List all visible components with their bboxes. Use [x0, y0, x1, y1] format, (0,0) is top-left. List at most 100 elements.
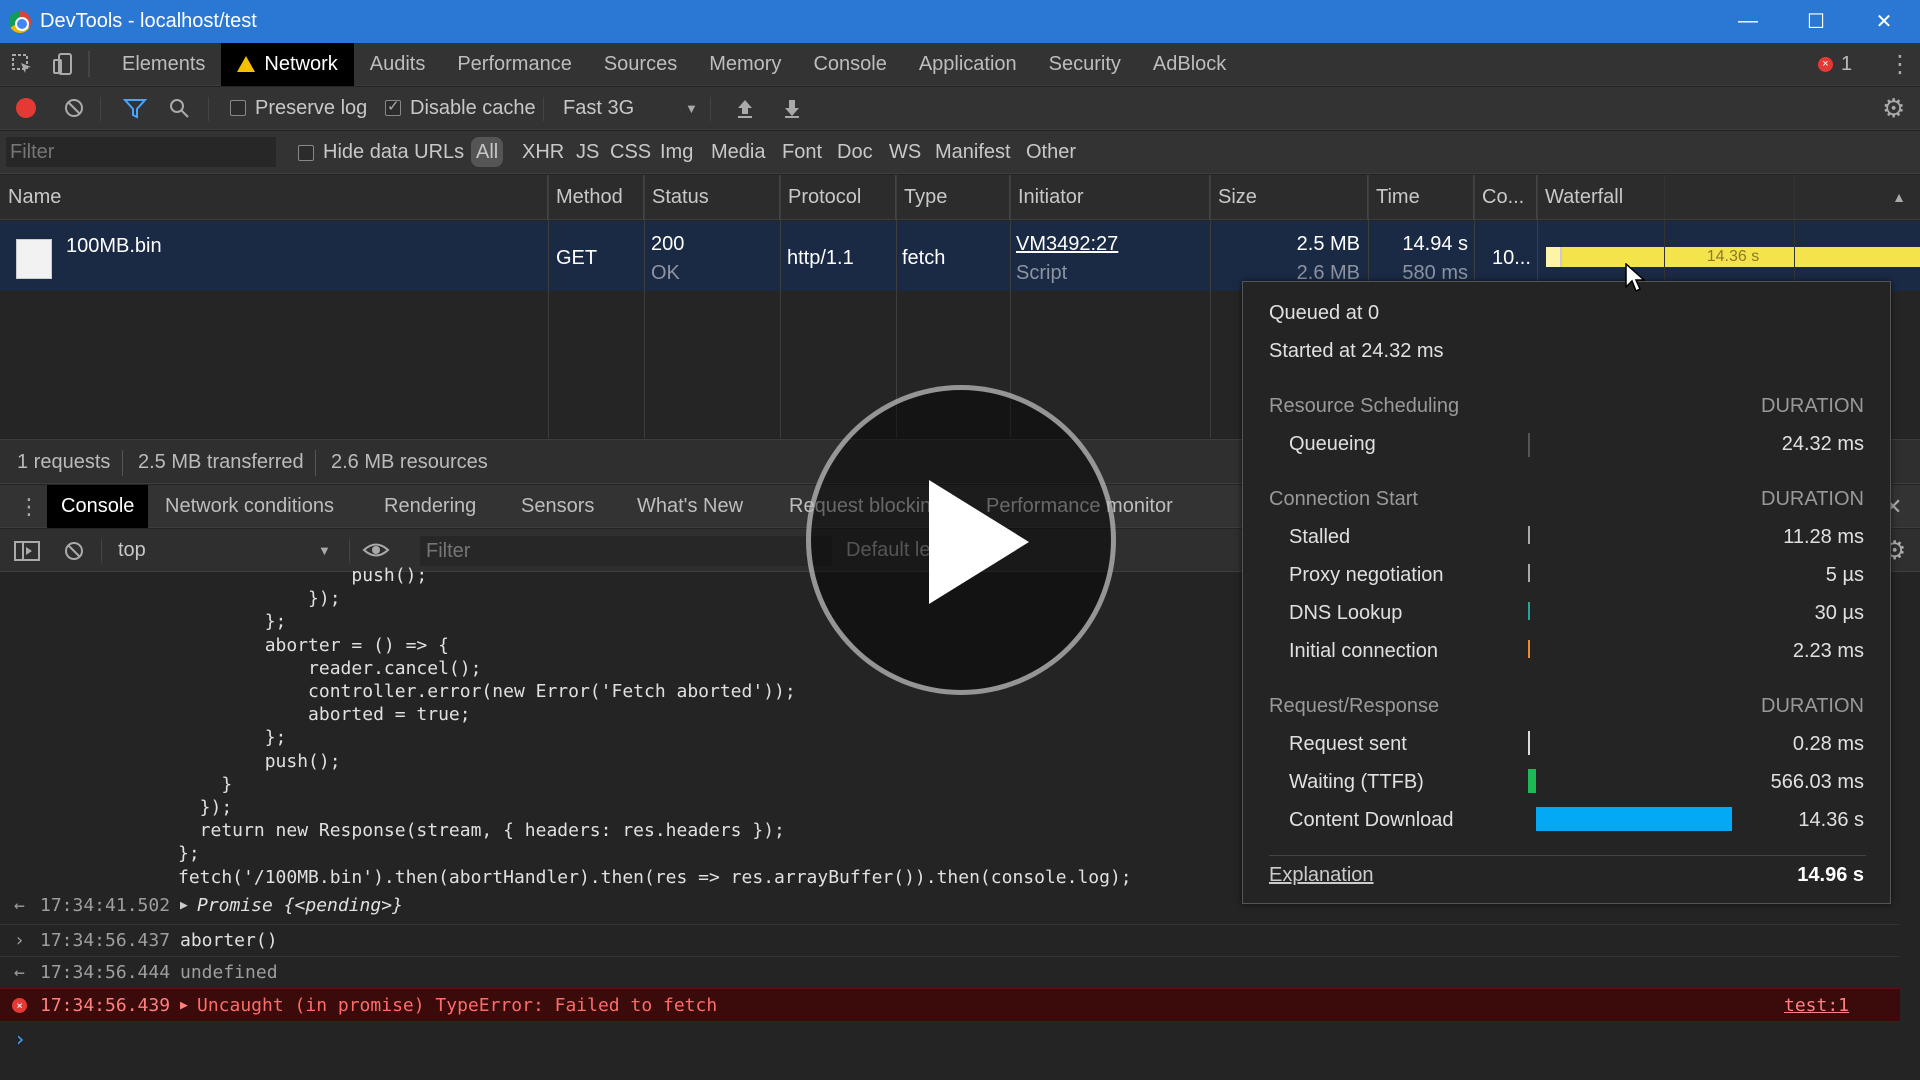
hide-data-urls-checkbox[interactable]: Hide data URLs — [298, 141, 464, 164]
drawer-tab-whats-new[interactable]: What's New — [623, 485, 757, 528]
request-count: 1 requests — [17, 451, 111, 473]
console-prompt-icon[interactable]: › — [14, 1027, 26, 1051]
request-time: 14.94 s — [1402, 233, 1468, 255]
tab-console[interactable]: Console — [797, 43, 902, 86]
tab-sources[interactable]: Sources — [588, 43, 693, 86]
clear-console-icon[interactable] — [63, 540, 85, 568]
network-settings-button[interactable]: ⚙ — [1882, 93, 1905, 124]
record-icon — [16, 98, 36, 118]
export-har-button[interactable] — [782, 97, 802, 119]
search-icon — [170, 99, 189, 118]
timing-popover: Queued at 0 Started at 24.32 ms Resource… — [1242, 281, 1891, 904]
play-icon — [929, 480, 1029, 604]
transferred-size: 2.5 MB transferred — [138, 451, 304, 473]
column-waterfall[interactable]: Waterfall ▲ — [1537, 175, 1920, 220]
filter-input[interactable] — [6, 137, 276, 167]
inspect-element-icon[interactable] — [0, 53, 44, 75]
expand-triangle-icon[interactable]: ▶ — [180, 989, 188, 1023]
expand-triangle-icon[interactable]: ▶ — [180, 890, 188, 922]
column-status[interactable]: Status — [644, 175, 780, 220]
total-duration: 14.96 s — [1797, 864, 1864, 886]
error-source-link[interactable]: test:1 — [1784, 989, 1849, 1023]
gear-icon: ⚙ — [1882, 92, 1906, 123]
tab-adblock[interactable]: AdBlock — [1137, 43, 1242, 86]
request-table-header: Name Method Status Protocol Type Initiat… — [0, 175, 1920, 220]
error-counter[interactable]: × 1 — [1818, 43, 1852, 86]
console-filter-input[interactable] — [420, 536, 832, 566]
warning-icon — [237, 56, 256, 72]
filter-type-media[interactable]: Media — [711, 137, 765, 167]
chrome-logo-icon — [9, 10, 31, 33]
search-button[interactable] — [168, 97, 190, 119]
drawer-tab-console[interactable]: Console — [47, 485, 149, 528]
throttling-select[interactable]: Fast 3G ▼ — [563, 97, 698, 120]
disable-cache-checkbox[interactable]: Disable cache — [385, 97, 536, 120]
waterfall-bar[interactable]: 14.36 s — [1546, 247, 1920, 267]
sidebar-toggle-icon[interactable] — [14, 540, 40, 568]
record-button[interactable] — [16, 98, 36, 118]
tab-security[interactable]: Security — [1033, 43, 1137, 86]
device-toolbar-icon[interactable] — [44, 53, 84, 75]
result-arrow-icon: ← — [14, 962, 25, 983]
filter-toggle-button[interactable] — [123, 97, 147, 119]
filter-bar: Hide data URLs All XHR JS CSS Img Media … — [0, 131, 1920, 174]
preserve-log-checkbox[interactable]: Preserve log — [230, 97, 367, 120]
mouse-cursor-icon — [1625, 262, 1646, 299]
request-size: 2.5 MB — [1296, 233, 1360, 255]
eye-icon[interactable] — [362, 539, 390, 567]
content-download-bar — [1536, 807, 1732, 831]
filter-type-css[interactable]: CSS — [610, 137, 651, 167]
column-initiator[interactable]: Initiator — [1010, 175, 1210, 220]
tab-application[interactable]: Application — [903, 43, 1033, 86]
prompt-chevron-icon: › — [14, 930, 25, 951]
video-play-button[interactable] — [806, 385, 1116, 695]
filter-type-js[interactable]: JS — [576, 137, 599, 167]
request-name: 100MB.bin — [66, 235, 162, 257]
import-har-button[interactable] — [735, 97, 755, 119]
console-result-line[interactable]: ← 17:34:56.444 undefined — [0, 956, 1900, 988]
started-at: Started at 24.32 ms — [1269, 340, 1444, 362]
console-error-line[interactable]: × 17:34:56.439 ▶ Uncaught (in promise) T… — [0, 988, 1900, 1022]
filter-type-xhr[interactable]: XHR — [522, 137, 564, 167]
network-toolbar: Preserve log Disable cache Fast 3G ▼ ⚙ — [0, 87, 1920, 130]
tab-elements[interactable]: Elements — [106, 43, 221, 86]
more-menu-icon[interactable]: ⋮ — [1888, 43, 1912, 86]
column-connection[interactable]: Co... — [1474, 175, 1537, 220]
download-icon — [785, 100, 799, 118]
filter-type-doc[interactable]: Doc — [837, 137, 873, 167]
filter-type-font[interactable]: Font — [782, 137, 822, 167]
column-name[interactable]: Name — [0, 175, 548, 220]
filter-type-all[interactable]: All — [471, 137, 504, 167]
filter-type-other[interactable]: Other — [1026, 137, 1076, 167]
clear-icon — [65, 99, 83, 117]
request-protocol: http/1.1 — [787, 247, 854, 269]
tab-memory[interactable]: Memory — [693, 43, 797, 86]
drawer-menu-icon[interactable]: ⋮ — [18, 485, 40, 528]
tab-audits[interactable]: Audits — [354, 43, 442, 86]
column-size[interactable]: Size — [1210, 175, 1368, 220]
minimize-icon[interactable]: — — [1720, 0, 1776, 43]
drawer-tab-sensors[interactable]: Sensors — [507, 485, 608, 528]
maximize-icon[interactable]: ☐ — [1788, 0, 1844, 43]
drawer-tab-rendering[interactable]: Rendering — [370, 485, 490, 528]
column-time[interactable]: Time — [1368, 175, 1474, 220]
filter-type-manifest[interactable]: Manifest — [935, 137, 1011, 167]
request-method: GET — [556, 247, 598, 269]
column-method[interactable]: Method — [548, 175, 644, 220]
explanation-link[interactable]: Explanation — [1269, 864, 1374, 887]
column-protocol[interactable]: Protocol — [780, 175, 896, 220]
initiator-type: Script — [1016, 262, 1068, 284]
drawer-tab-network-conditions[interactable]: Network conditions — [151, 485, 348, 528]
tab-performance[interactable]: Performance — [441, 43, 588, 86]
filter-type-img[interactable]: Img — [660, 137, 693, 167]
tab-network[interactable]: Network — [221, 42, 354, 86]
console-input-line[interactable]: › 17:34:56.437 aborter() — [0, 924, 1900, 956]
close-icon[interactable]: ✕ — [1856, 0, 1912, 43]
clear-button[interactable] — [63, 97, 85, 119]
request-status: 200 — [651, 233, 685, 255]
initiator-link[interactable]: VM3492:27 — [1016, 233, 1118, 256]
filter-icon — [123, 99, 147, 119]
filter-type-ws[interactable]: WS — [889, 137, 921, 167]
request-status-text: OK — [651, 262, 680, 284]
column-type[interactable]: Type — [896, 175, 1010, 220]
